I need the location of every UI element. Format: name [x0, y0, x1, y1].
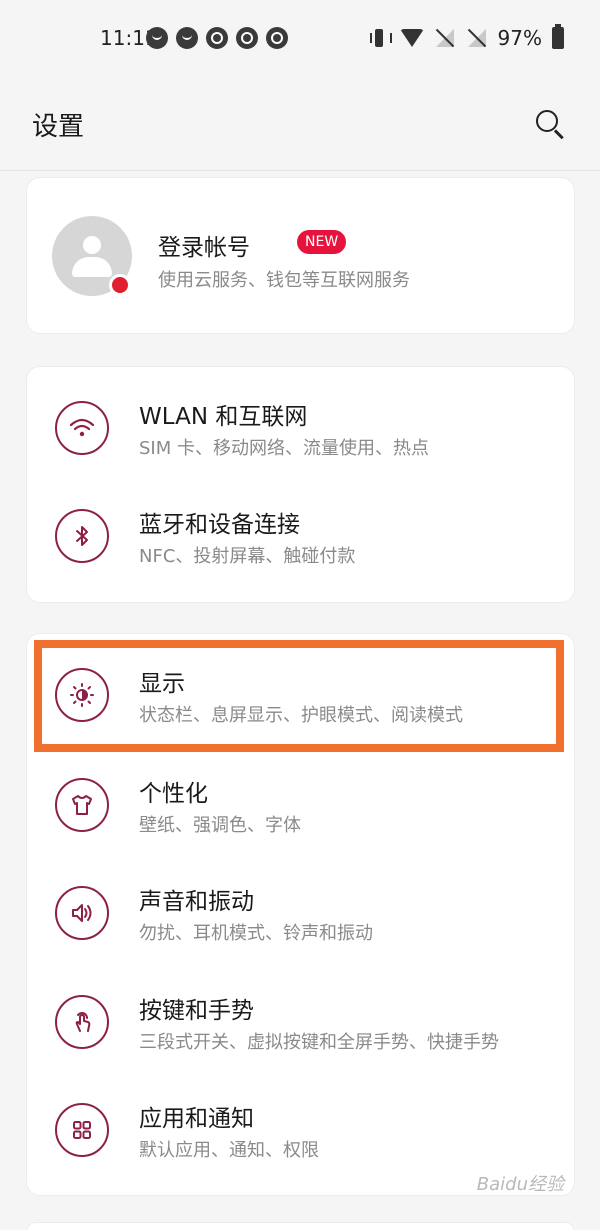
setting-item-personalization[interactable]: 个性化 壁纸、强调色、字体	[27, 744, 576, 852]
setting-subtitle: 壁纸、强调色、字体	[139, 815, 301, 836]
notification-icon	[146, 27, 168, 49]
setting-item-sound[interactable]: 声音和振动 勿扰、耳机模式、铃声和振动	[27, 852, 576, 960]
no-signal-icon	[466, 27, 488, 49]
account-card[interactable]: 登录帐号 NEW 使用云服务、钱包等互联网服务	[26, 177, 575, 334]
search-button[interactable]	[530, 104, 570, 144]
setting-subtitle: 三段式开关、虚拟按键和全屏手势、快捷手势	[139, 1032, 499, 1053]
setting-subtitle: 勿扰、耳机模式、铃声和振动	[139, 923, 373, 944]
notification-dot	[109, 274, 131, 296]
settings-group-device: 显示 状态栏、息屏显示、护眼模式、阅读模式 个性化 壁纸、强调色、字体 声音和振…	[26, 633, 575, 1196]
setting-title: 个性化	[139, 781, 208, 807]
setting-item-apps-notifications[interactable]: 应用和通知 默认应用、通知、权限	[27, 1069, 576, 1177]
setting-title: WLAN 和互联网	[139, 404, 308, 430]
speaker-icon	[55, 886, 109, 940]
setting-title: 按键和手势	[139, 998, 254, 1024]
setting-title: 应用和通知	[139, 1106, 254, 1132]
setting-item-bluetooth[interactable]: 蓝牙和设备连接 NFC、投射屏幕、触碰付款	[27, 475, 576, 583]
tshirt-icon	[55, 778, 109, 832]
notification-icon	[176, 27, 198, 49]
status-bar: 11:11 97%	[0, 0, 600, 78]
notification-icons	[146, 27, 288, 49]
page-title: 设置	[32, 112, 85, 142]
setting-subtitle: NFC、投射屏幕、触碰付款	[139, 546, 356, 567]
person-icon	[83, 236, 101, 254]
setting-subtitle: 默认应用、通知、权限	[139, 1140, 319, 1161]
no-signal-icon	[434, 27, 456, 49]
setting-subtitle: SIM 卡、移动网络、流量使用、热点	[139, 438, 429, 459]
status-icons: 97%	[368, 24, 564, 50]
battery-percent: 97%	[497, 26, 542, 50]
wifi-icon	[399, 29, 424, 47]
account-subtitle: 使用云服务、钱包等互联网服务	[158, 270, 410, 291]
setting-item-wlan[interactable]: WLAN 和互联网 SIM 卡、移动网络、流量使用、热点	[27, 367, 576, 475]
setting-item-buttons-gestures[interactable]: 按键和手势 三段式开关、虚拟按键和全屏手势、快捷手势	[27, 961, 576, 1069]
new-badge: NEW	[297, 230, 347, 254]
next-card-edge	[26, 1222, 575, 1230]
battery-icon	[552, 24, 564, 49]
notification-icon	[266, 27, 288, 49]
account-title: 登录帐号	[158, 235, 250, 261]
vibrate-icon	[368, 27, 392, 49]
brightness-icon	[55, 668, 109, 722]
gesture-icon	[55, 995, 109, 1049]
bluetooth-icon	[55, 509, 109, 563]
notification-icon	[236, 27, 258, 49]
setting-title: 显示	[139, 671, 185, 697]
header-divider	[0, 170, 600, 171]
settings-group-network: WLAN 和互联网 SIM 卡、移动网络、流量使用、热点 蓝牙和设备连接 NFC…	[26, 366, 575, 603]
notification-icon	[206, 27, 228, 49]
header: 设置	[0, 78, 600, 172]
wifi-icon	[55, 401, 109, 455]
setting-subtitle: 状态栏、息屏显示、护眼模式、阅读模式	[139, 705, 463, 726]
apps-icon	[55, 1103, 109, 1157]
watermark: Baidu经验	[476, 1174, 564, 1195]
setting-title: 蓝牙和设备连接	[139, 512, 300, 538]
setting-item-display[interactable]: 显示 状态栏、息屏显示、护眼模式、阅读模式	[27, 634, 576, 742]
setting-title: 声音和振动	[139, 889, 254, 915]
